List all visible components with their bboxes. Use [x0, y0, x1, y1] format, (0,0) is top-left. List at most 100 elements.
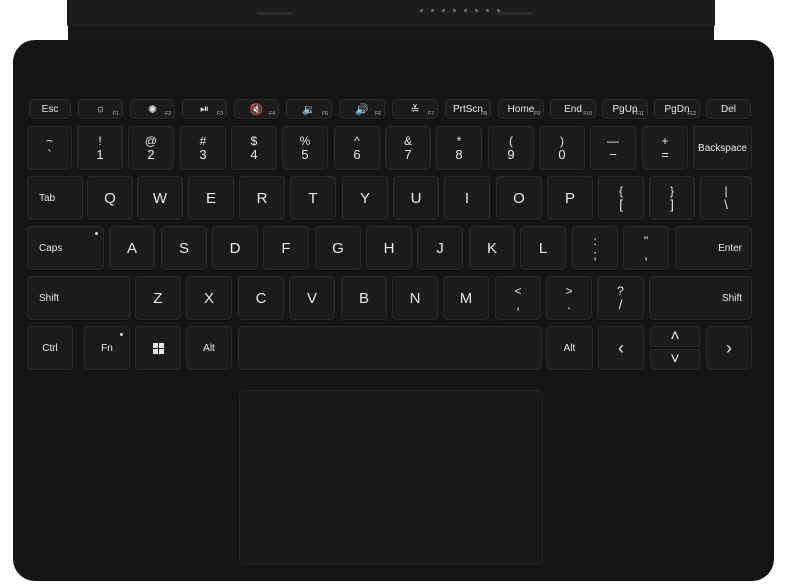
key-2[interactable]: @ 2 [128, 126, 174, 170]
key-8[interactable]: * 8 [436, 126, 482, 170]
prtscn-key[interactable]: PrtScn F8 [445, 99, 491, 119]
key-i[interactable]: I [444, 176, 490, 220]
arrow-up-key[interactable]: ˄ [650, 326, 700, 347]
arrow-left-key[interactable]: ‹ [598, 326, 644, 370]
key-label: Shift [39, 292, 60, 304]
equals-key[interactable]: + = [642, 126, 688, 170]
key-shift-label: ^ [354, 133, 360, 148]
key-3[interactable]: # 3 [180, 126, 226, 170]
arrow-right-key[interactable]: › [706, 326, 752, 370]
key-6[interactable]: ^ 6 [334, 126, 380, 170]
backspace-key[interactable]: Backspace [693, 126, 752, 170]
key-label: F [281, 239, 291, 257]
key-a[interactable]: A [109, 226, 155, 270]
delete-key[interactable]: Del [706, 99, 751, 119]
key-shift-label: % [299, 133, 311, 148]
minus-key[interactable]: — − [590, 126, 636, 170]
key-s[interactable]: S [161, 226, 207, 270]
right-bracket-key[interactable]: } ] [649, 176, 695, 220]
key-v[interactable]: V [289, 276, 335, 320]
key-c[interactable]: C [238, 276, 284, 320]
key-d[interactable]: D [212, 226, 258, 270]
comma-key[interactable]: < , [495, 276, 541, 320]
key-m[interactable]: M [443, 276, 489, 320]
end-key[interactable]: End F10 [550, 99, 596, 119]
key-h[interactable]: H [366, 226, 412, 270]
key-q[interactable]: Q [87, 176, 133, 220]
right-alt-key[interactable]: Alt [546, 326, 593, 370]
backtick-key[interactable]: ~ ` [27, 126, 72, 170]
slash-key[interactable]: ? / [597, 276, 644, 320]
key-k[interactable]: K [469, 226, 515, 270]
key-label: Fn [101, 342, 113, 354]
key-5[interactable]: % 5 [282, 126, 328, 170]
key-4[interactable]: $ 4 [231, 126, 277, 170]
key-label: O [513, 189, 525, 207]
key-j[interactable]: J [417, 226, 463, 270]
key-z[interactable]: Z [135, 276, 181, 320]
play-pause-key[interactable]: ⏯ F3 [182, 99, 227, 119]
trackpad[interactable] [239, 390, 543, 565]
key-x[interactable]: X [186, 276, 232, 320]
key-9[interactable]: ( 9 [488, 126, 534, 170]
fn-label: F7 [428, 111, 434, 117]
key-t[interactable]: T [290, 176, 336, 220]
key-label: Alt [203, 342, 215, 354]
caps-lock-key[interactable]: Caps [27, 226, 104, 270]
key-l[interactable]: L [520, 226, 566, 270]
key-f[interactable]: F [263, 226, 309, 270]
brightness-down-key[interactable]: ☼ F1 [78, 99, 123, 119]
backlight-key[interactable]: ≚ F7 [392, 99, 438, 119]
key-shift-label: @ [144, 133, 158, 148]
key-e[interactable]: E [188, 176, 234, 220]
fn-key[interactable]: Fn [84, 326, 130, 370]
key-u[interactable]: U [393, 176, 439, 220]
key-label: G [332, 239, 344, 257]
semicolon-key[interactable]: : ; [572, 226, 618, 270]
left-shift-key[interactable]: Shift [27, 276, 130, 320]
windows-key[interactable] [135, 326, 181, 370]
key-label: Ctrl [42, 342, 58, 354]
key-1[interactable]: ! 1 [77, 126, 123, 170]
volume-down-key[interactable]: 🔉 F5 [286, 99, 332, 119]
key-7[interactable]: & 7 [385, 126, 431, 170]
key-0[interactable]: ) 0 [539, 126, 585, 170]
fn-label: F9 [534, 111, 540, 117]
arrow-up-icon: ˄ [670, 327, 680, 345]
home-key[interactable]: Home F9 [498, 99, 544, 119]
arrow-down-key[interactable]: ˅ [650, 349, 700, 370]
key-label: 0 [558, 146, 566, 162]
key-r[interactable]: R [239, 176, 285, 220]
key-label: 8 [455, 146, 463, 162]
esc-key[interactable]: Esc [29, 99, 71, 119]
volume-up-key[interactable]: 🔊 F6 [339, 99, 385, 119]
key-p[interactable]: P [547, 176, 593, 220]
brightness-up-key[interactable]: ✺ F2 [130, 99, 175, 119]
key-label: E [205, 189, 216, 207]
backslash-key[interactable]: | \ [700, 176, 752, 220]
key-label: 1 [96, 146, 104, 162]
enter-key[interactable]: Enter [675, 226, 752, 270]
key-o[interactable]: O [496, 176, 542, 220]
pgup-key[interactable]: PgUp F11 [602, 99, 648, 119]
ctrl-key[interactable]: Ctrl [27, 326, 73, 370]
keyboard-hinge [67, 0, 715, 28]
key-label: Caps [39, 242, 63, 254]
key-w[interactable]: W [137, 176, 183, 220]
mute-key[interactable]: 🔇 F4 [234, 99, 279, 119]
key-label: , [644, 246, 648, 262]
period-key[interactable]: > . [546, 276, 592, 320]
fn-label: F1 [113, 111, 119, 117]
tab-key[interactable]: Tab [27, 176, 83, 220]
key-g[interactable]: G [315, 226, 361, 270]
left-alt-key[interactable]: Alt [186, 326, 232, 370]
fn-indicator-light [120, 333, 123, 336]
key-y[interactable]: Y [342, 176, 388, 220]
space-bar[interactable] [238, 326, 542, 370]
quote-key[interactable]: " , [623, 226, 669, 270]
left-bracket-key[interactable]: { [ [598, 176, 644, 220]
pgdn-key[interactable]: PgDn F12 [654, 99, 700, 119]
key-b[interactable]: B [341, 276, 387, 320]
right-shift-key[interactable]: Shift [649, 276, 752, 320]
key-n[interactable]: N [392, 276, 438, 320]
